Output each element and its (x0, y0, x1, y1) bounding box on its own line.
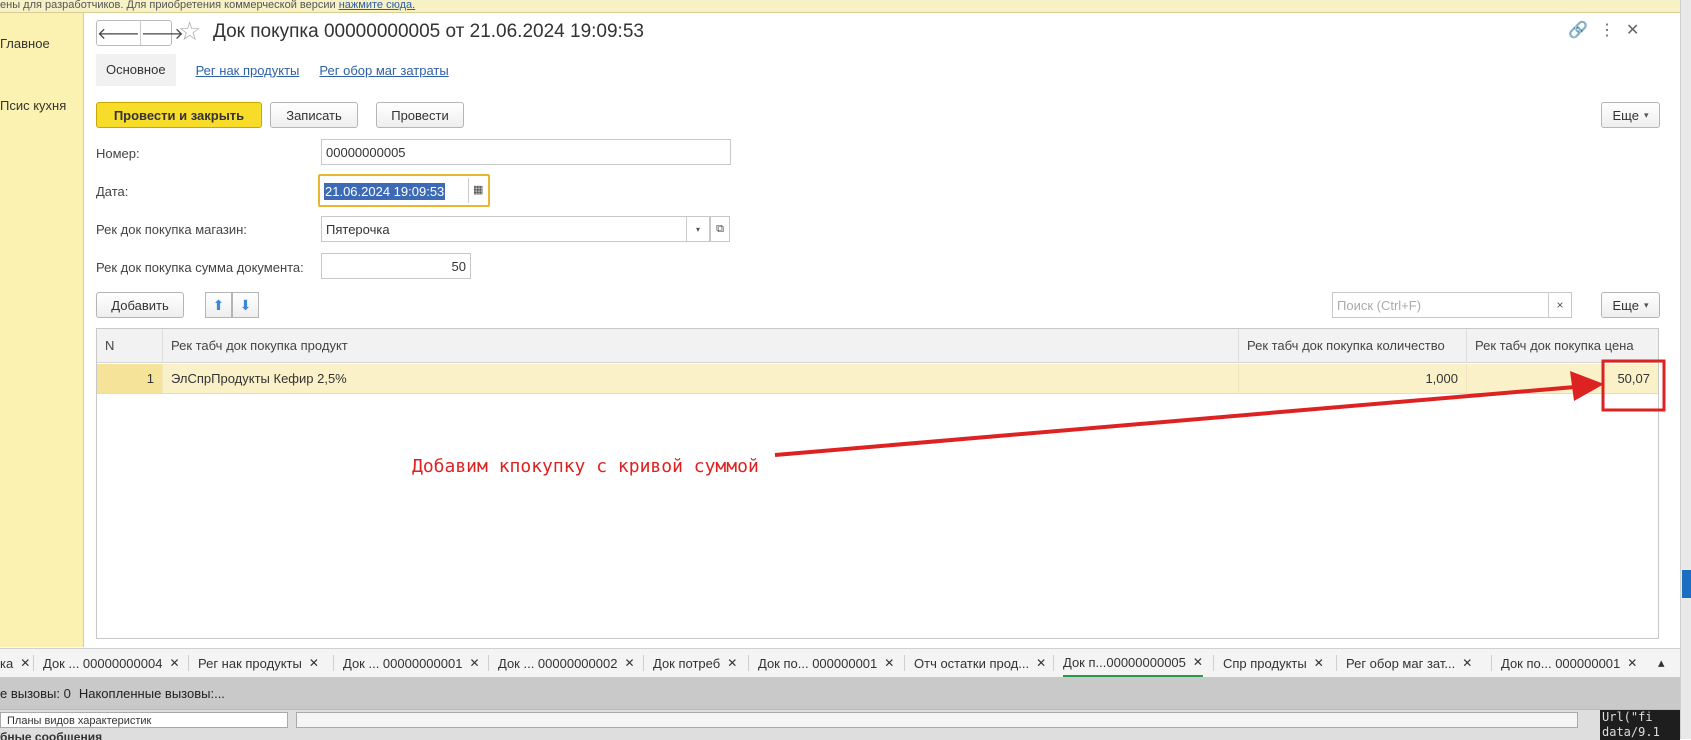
window-tab[interactable]: Док ... 00000000004 ✕ (43, 649, 180, 677)
window-tab-active[interactable]: Док п...00000000005 ✕ (1063, 649, 1203, 677)
divider (1491, 655, 1492, 671)
window-tab-label: Рег нак продукты (198, 655, 302, 671)
window-tab[interactable]: Док по... 000000001 ✕ (1501, 649, 1637, 677)
divider (333, 655, 334, 671)
divider (1053, 655, 1054, 671)
close-icon[interactable]: ✕ (1193, 655, 1203, 669)
close-icon[interactable]: ✕ (624, 656, 634, 670)
window-tab[interactable]: Док по... 000000001 ✕ (758, 649, 894, 677)
side-tab-marker[interactable] (1682, 570, 1691, 598)
divider (1213, 655, 1214, 671)
open-windows-bar: ка ✕ Док ... 00000000004 ✕ Рег нак продукт… (0, 648, 1691, 677)
right-edge-panel (1680, 0, 1691, 739)
calls-counter: е вызовы: 0 (0, 685, 71, 701)
window-tab[interactable]: Спр продукты ✕ (1223, 649, 1324, 677)
close-icon[interactable]: ✕ (169, 656, 179, 670)
window-tab-label: Рег обор маг зат... (1346, 655, 1456, 671)
window-tab-label: Док ... 00000000002 (498, 655, 618, 671)
divider (33, 655, 34, 671)
annotation-text: Добавим кпокупку с кривой суммой (412, 456, 759, 477)
annotation-overlay (774, 359, 1666, 457)
window-tab-label: Док ... 00000000004 (43, 655, 163, 671)
code-line: Url("fi (1602, 710, 1653, 724)
window-tab-label: Отч остатки прод... (914, 655, 1030, 671)
accumulated-calls[interactable]: Накопленные вызовы:... (79, 686, 225, 701)
designer-panel: Планы видов характеристик бные сообщения… (0, 709, 1680, 740)
close-icon[interactable]: ✕ (469, 656, 479, 670)
annotation-arrowhead (1570, 371, 1604, 401)
divider (643, 655, 644, 671)
divider (748, 655, 749, 671)
close-icon[interactable]: ✕ (1314, 656, 1324, 670)
close-icon[interactable]: ✕ (884, 656, 894, 670)
highlight-box (1601, 359, 1666, 412)
window-tab-label: Док по... 000000001 (758, 655, 878, 671)
divider (904, 655, 905, 671)
window-tab-label: Док по... 000000001 (1501, 655, 1621, 671)
close-icon[interactable]: ✕ (1462, 656, 1472, 670)
window-tab-label: Спр продукты (1223, 655, 1307, 671)
annotation-arrow-line (774, 385, 1576, 457)
metadata-combo[interactable]: Планы видов характеристик (0, 712, 288, 728)
close-icon[interactable]: ✕ (20, 656, 30, 670)
divider (188, 655, 189, 671)
divider (1336, 655, 1337, 671)
close-icon[interactable]: ✕ (727, 656, 737, 670)
close-icon[interactable]: ✕ (1036, 656, 1046, 670)
window-tab[interactable]: Док ... 00000000002 ✕ (498, 649, 635, 677)
window-tab-label: Док п...00000000005 (1063, 654, 1186, 670)
window-tab[interactable]: Рег нак продукты ✕ (198, 649, 319, 677)
scroll-tabs-up-icon[interactable]: ▴ (1658, 649, 1665, 677)
window-tab-label: Док потреб (653, 655, 721, 671)
code-line: data/9.1 (1602, 725, 1660, 739)
status-bar: е вызовы: 0 Накопленные вызовы:... (0, 677, 1680, 709)
window-tab[interactable]: Отч остатки прод... ✕ (914, 649, 1046, 677)
metadata-combo-value: Планы видов характеристик (7, 715, 152, 727)
window-tab[interactable]: Рег обор маг зат... ✕ (1346, 649, 1472, 677)
window-tab[interactable]: ка ✕ (0, 649, 30, 677)
close-icon[interactable]: ✕ (309, 656, 319, 670)
close-icon[interactable]: ✕ (1627, 656, 1637, 670)
window-tab-label: Док ... 00000000001 (343, 655, 463, 671)
designer-input[interactable] (296, 712, 1578, 728)
window-tab[interactable]: Док ... 00000000001 ✕ (343, 649, 480, 677)
code-editor-snippet: Url("fi data/9.1 (1600, 710, 1680, 740)
divider (488, 655, 489, 671)
window-tab-label: ка (0, 655, 14, 671)
window-tab[interactable]: Док потреб ✕ (653, 649, 737, 677)
